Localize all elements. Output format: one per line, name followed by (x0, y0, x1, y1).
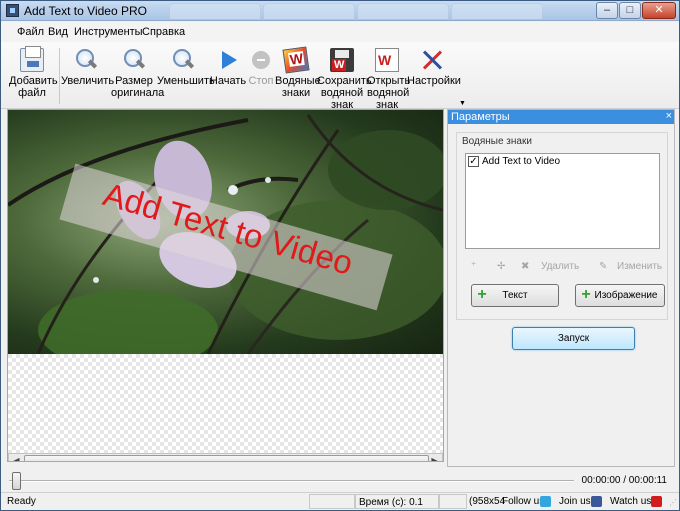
list-item[interactable]: Add Text to Video (482, 156, 560, 167)
horizontal-scrollbar[interactable]: ◀ ▶ (8, 453, 443, 461)
settings-button[interactable]: Настройки (407, 42, 461, 108)
status-cell (309, 494, 355, 509)
scroll-right-icon[interactable]: ▶ (427, 454, 442, 461)
zoom-in-button[interactable]: Увеличить (61, 42, 114, 108)
follow-us-link[interactable]: Follow us (502, 494, 544, 509)
move-up-icon[interactable]: ⁺ (471, 261, 476, 272)
add-text-button[interactable]: + Текст (471, 284, 559, 307)
title-bar[interactable]: Add Text to Video PRO – □ ✕ (1, 1, 679, 21)
menu-tools[interactable]: Инструменты (74, 26, 143, 38)
plus-icon: + (477, 286, 487, 303)
youtube-icon[interactable] (651, 496, 662, 507)
timeline-thumb[interactable] (12, 472, 21, 490)
parameters-panel: Параметры × Водяные знаки ✓ Add Text to … (447, 109, 675, 467)
launch-button[interactable]: Запуск (512, 327, 635, 350)
maximize-button[interactable]: □ (619, 2, 641, 19)
background-browser-tab (357, 3, 449, 19)
stop-icon (249, 48, 273, 72)
minimize-button[interactable]: – (596, 2, 618, 19)
close-button[interactable]: ✕ (642, 2, 676, 19)
scrollbar-thumb[interactable] (24, 455, 429, 461)
add-file-icon (20, 46, 44, 72)
move-down-icon[interactable]: ✢ (497, 261, 505, 272)
save-watermark-icon (330, 48, 354, 72)
toolbar-separator (59, 48, 60, 104)
preview-area[interactable]: Add Text to Video ◀ ▶ (7, 109, 444, 462)
background-browser-tab (451, 3, 543, 19)
stop-button[interactable]: Стоп (247, 42, 275, 108)
panel-title: Параметры (451, 111, 510, 123)
resolution-status: (958x54 (469, 496, 506, 507)
edit-icon[interactable]: ✎ (599, 261, 607, 272)
delete-button[interactable]: Удалить (541, 261, 579, 272)
resize-grip-icon[interactable]: ⋰ (669, 498, 677, 507)
video-frame: Add Text to Video (8, 110, 443, 354)
plus-icon: + (581, 286, 591, 303)
panel-close-icon[interactable]: × (666, 110, 672, 123)
facebook-icon[interactable] (591, 496, 602, 507)
save-watermark-button[interactable]: Сохранить водяной знак (317, 42, 372, 111)
timeline: 00:00:00 / 00:00:11 (7, 470, 675, 492)
background-browser-tab (263, 3, 355, 19)
status-bar: Ready Время (с): 0.1 (958x54 Follow us J… (1, 492, 679, 510)
scroll-left-icon[interactable]: ◀ (9, 454, 24, 461)
menu-file[interactable]: Файл (17, 26, 44, 38)
add-image-button[interactable]: + Изображение (575, 284, 665, 307)
time-display: 00:00:00 / 00:00:11 (581, 475, 667, 486)
open-watermark-icon (375, 48, 399, 72)
delete-icon[interactable]: ✖ (521, 261, 529, 272)
menu-view[interactable]: Вид (48, 26, 68, 38)
watermarks-group: Водяные знаки ✓ Add Text to Video ⁺ ✢ ✖ … (456, 132, 668, 320)
app-window: Add Text to Video PRO – □ ✕ Файл Вид Инс… (0, 0, 680, 511)
background-browser-tab (169, 3, 261, 19)
timeline-track[interactable] (9, 480, 574, 482)
play-icon (216, 48, 240, 72)
toolbar: Добавить файл Увеличить Размер оригинала… (1, 42, 679, 111)
time-status: Время (с): 0.1 (355, 494, 439, 509)
zoom-out-button[interactable]: Уменьшить (157, 42, 215, 108)
watch-us-link[interactable]: Watch us (610, 494, 651, 509)
add-file-button[interactable]: Добавить файл (9, 42, 58, 108)
watermark-list[interactable]: ✓ Add Text to Video (465, 153, 660, 249)
group-label: Водяные знаки (462, 136, 532, 147)
original-size-button[interactable]: Размер оригинала (111, 42, 164, 108)
watermarks-button[interactable]: Водяные знаки (275, 42, 321, 108)
zoom-in-icon (74, 48, 98, 72)
toolbar-overflow-icon[interactable]: ▼ (459, 100, 466, 107)
twitter-icon[interactable] (540, 496, 551, 507)
menu-help[interactable]: Справка (142, 26, 185, 38)
status-text: Ready (7, 496, 36, 507)
watermarks-icon (282, 46, 310, 74)
start-button[interactable]: Начать (209, 42, 247, 108)
settings-icon (420, 48, 444, 72)
open-watermark-button[interactable]: Открыть водяной знак (367, 42, 410, 111)
original-size-icon (122, 48, 146, 72)
watermark-checkbox[interactable]: ✓ (468, 156, 479, 167)
join-us-link[interactable]: Join us (559, 494, 591, 509)
window-title: Add Text to Video PRO (24, 4, 147, 18)
app-icon (6, 4, 19, 17)
edit-button[interactable]: Изменить (617, 261, 662, 272)
panel-title-bar: Параметры × (448, 110, 674, 124)
zoom-out-icon (171, 48, 195, 72)
menu-bar: Файл Вид Инструменты Справка (1, 22, 679, 42)
status-cell (439, 494, 467, 509)
